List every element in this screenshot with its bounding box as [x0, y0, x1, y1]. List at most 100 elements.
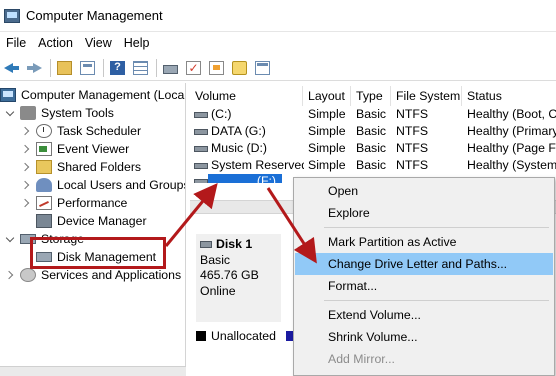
tree-horizontal-scrollbar[interactable] [0, 366, 186, 376]
unallocated-swatch [196, 331, 206, 341]
volume-name: (F:) [208, 174, 282, 183]
window-title: Computer Management [26, 8, 163, 23]
toolbar-separator [103, 58, 104, 77]
tree-item-label: Event Viewer [57, 142, 130, 156]
menu-item-open[interactable]: Open [295, 180, 553, 202]
tree-item-root[interactable]: Computer Management (Local [0, 86, 186, 104]
menu-item-change-drive-letter[interactable]: Change Drive Letter and Paths... [295, 253, 553, 275]
chevron-right-icon[interactable] [22, 198, 32, 208]
table-row[interactable]: System Reserved Simple Basic NTFS Health… [190, 157, 556, 174]
chevron-down-icon[interactable] [6, 234, 16, 244]
volume-layout: Simple [308, 141, 346, 155]
new-window-button[interactable] [253, 58, 272, 77]
chevron-right-icon[interactable] [22, 144, 32, 154]
search-button[interactable] [230, 58, 249, 77]
tree-item-device-manager[interactable]: Device Manager [36, 212, 147, 230]
volume-status: Healthy (Page Fil [467, 141, 556, 155]
menu-item-extend-volume[interactable]: Extend Volume... [295, 304, 553, 326]
context-menu: Open Explore Mark Partition as Active Ch… [293, 177, 555, 376]
menu-bar: File Action View Help [0, 33, 556, 53]
volume-status: Healthy (System, [467, 158, 556, 172]
menu-view[interactable]: View [79, 36, 118, 50]
tree-item-task-scheduler[interactable]: Task Scheduler [22, 122, 141, 140]
back-arrow-icon [4, 61, 19, 75]
volume-name: System Reserved [211, 158, 304, 172]
menu-item-shrink-volume[interactable]: Shrink Volume... [295, 326, 553, 348]
up-level-button[interactable] [55, 58, 74, 77]
volume-type: Basic [356, 107, 387, 121]
disk-info-panel[interactable]: Disk 1 Basic 465.76 GB Online [196, 234, 281, 322]
help-button[interactable]: ? [108, 58, 127, 77]
volume-file-system: NTFS [396, 141, 429, 155]
volume-name: Music (D:) [211, 141, 268, 155]
export-icon [209, 60, 224, 75]
device-manager-icon [36, 214, 52, 228]
column-header-layout[interactable]: Layout [303, 86, 351, 106]
show-hide-tree-icon [80, 60, 95, 75]
volume-type: Basic [356, 141, 387, 155]
chevron-right-icon[interactable] [22, 162, 32, 172]
column-header-volume[interactable]: Volume [190, 86, 303, 106]
tree-item-label: Shared Folders [57, 160, 142, 174]
volume-icon [194, 145, 208, 152]
chevron-right-icon[interactable] [6, 270, 16, 280]
check-button[interactable]: ✓ [184, 58, 203, 77]
new-window-icon [255, 60, 270, 75]
properties-button[interactable] [131, 58, 150, 77]
tree-item-system-tools[interactable]: System Tools [6, 104, 114, 122]
tree-item-label: Task Scheduler [57, 124, 142, 138]
table-row[interactable]: DATA (G:) Simple Basic NTFS Healthy (Pri… [190, 123, 556, 140]
tree-item-performance[interactable]: Performance [22, 194, 127, 212]
export-button[interactable] [207, 58, 226, 77]
chevron-down-icon[interactable] [6, 108, 16, 118]
volume-list: Volume Layout Type File System Status (C… [190, 83, 556, 183]
table-row[interactable]: Music (D:) Simple Basic NTFS Healthy (Pa… [190, 140, 556, 157]
toolbar-separator [50, 58, 51, 77]
volume-icon [194, 111, 208, 118]
navigation-tree: Computer Management (Local System Tools … [0, 83, 186, 376]
tools-icon [20, 106, 36, 120]
menu-help[interactable]: Help [118, 36, 156, 50]
chevron-right-icon[interactable] [22, 180, 32, 190]
volume-icon [194, 178, 208, 183]
help-icon: ? [110, 60, 125, 75]
volume-icon [194, 162, 208, 169]
properties-icon [133, 60, 148, 75]
tree-item-label: Device Manager [57, 214, 147, 228]
tree-item-event-viewer[interactable]: Event Viewer [22, 140, 129, 158]
volume-type: Basic [356, 124, 387, 138]
chevron-right-icon[interactable] [22, 126, 32, 136]
tree-item-shared-folders[interactable]: Shared Folders [22, 158, 141, 176]
menu-item-explore[interactable]: Explore [295, 202, 553, 224]
tree-item-local-users[interactable]: Local Users and Groups [22, 176, 185, 194]
disk-icon [200, 241, 212, 249]
menu-action[interactable]: Action [32, 36, 79, 50]
shared-folder-icon [36, 160, 52, 174]
toolbar: ? ✓ [0, 55, 556, 81]
volume-layout: Simple [308, 124, 346, 138]
back-button[interactable] [2, 58, 21, 77]
toolbar-separator [156, 58, 157, 77]
volume-file-system: NTFS [396, 124, 429, 138]
forward-button[interactable] [25, 58, 44, 77]
column-header-type[interactable]: Type [351, 86, 391, 106]
disk-legend: Unallocated [196, 328, 301, 344]
up-folder-icon [57, 60, 72, 75]
menu-item-format[interactable]: Format... [295, 275, 553, 297]
clock-icon [36, 124, 52, 138]
menu-item-mark-active[interactable]: Mark Partition as Active [295, 231, 553, 253]
disk-name: Disk 1 [216, 237, 253, 251]
tree-item-label: Computer Management (Local [21, 88, 186, 102]
connect-drive-button[interactable] [161, 58, 180, 77]
volume-type: Basic [356, 158, 387, 172]
volume-icon [194, 128, 208, 135]
table-row[interactable]: (C:) Simple Basic NTFS Healthy (Boot, Cr [190, 106, 556, 123]
menu-file[interactable]: File [0, 36, 32, 50]
volume-status: Healthy (Primary [467, 124, 556, 138]
column-header-file-system[interactable]: File System [391, 86, 462, 106]
computer-management-icon [4, 8, 20, 23]
column-header-status[interactable]: Status [462, 86, 556, 106]
users-icon [36, 178, 52, 192]
event-viewer-icon [36, 142, 52, 156]
show-hide-tree-button[interactable] [78, 58, 97, 77]
